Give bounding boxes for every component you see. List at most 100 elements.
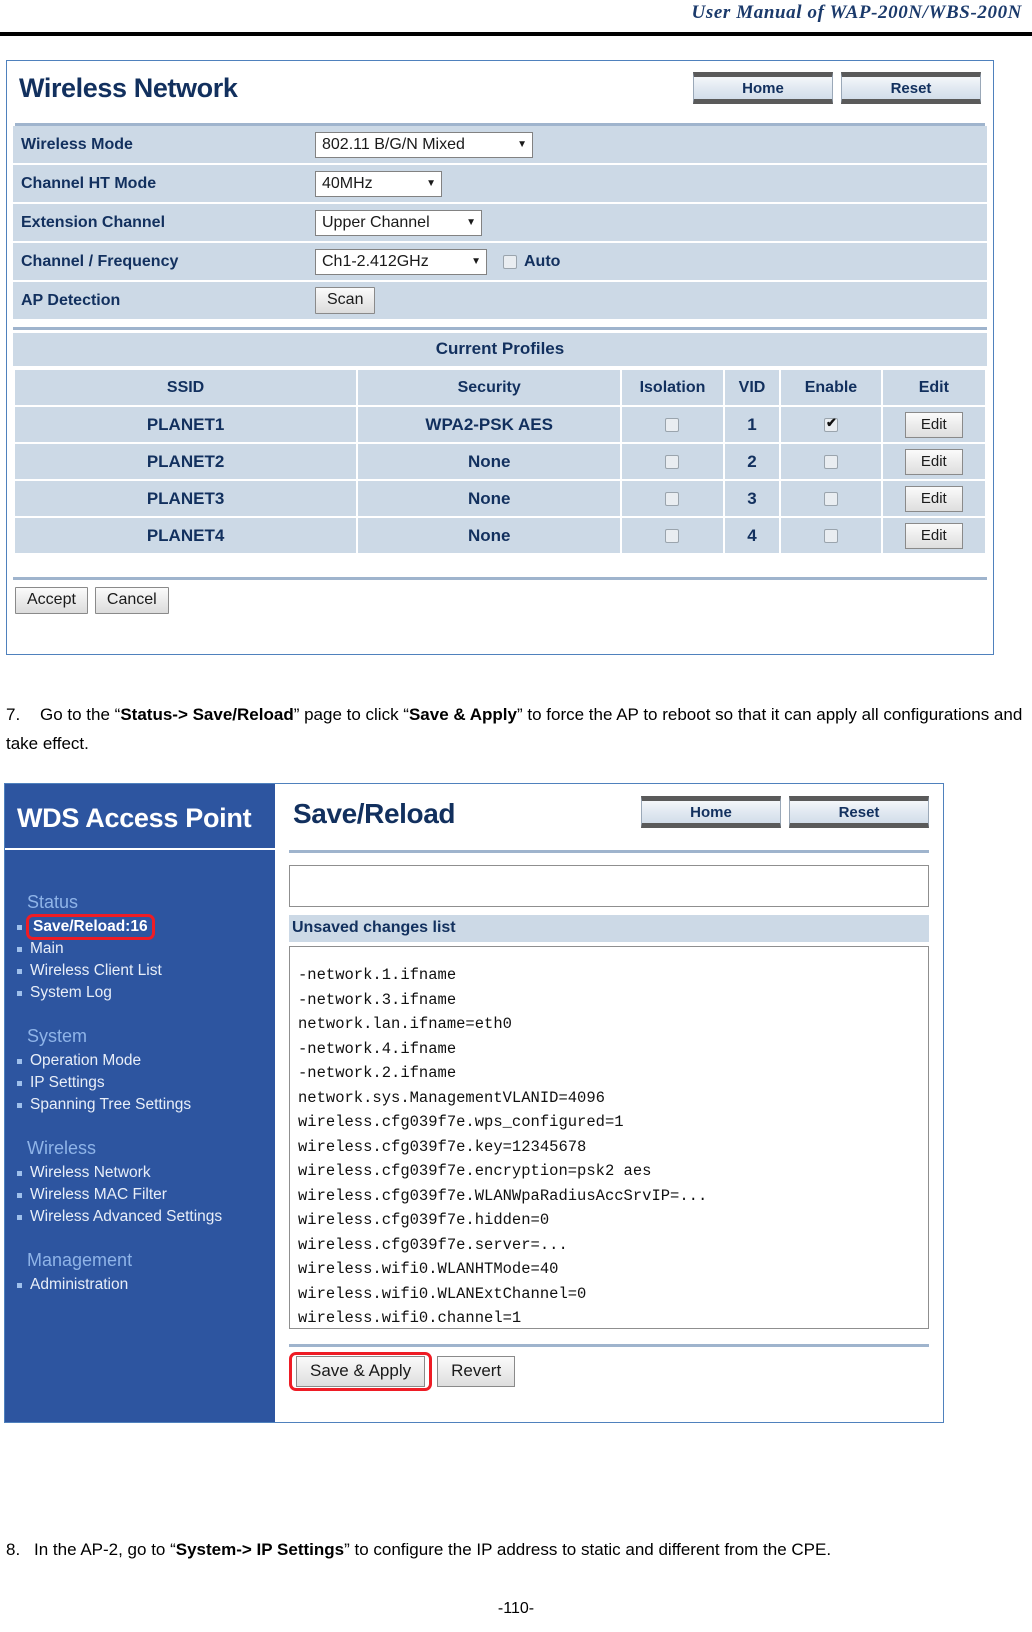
sidebar-item-wireless-network[interactable]: Wireless Network xyxy=(5,1162,275,1184)
column-header-enable: Enable xyxy=(781,370,881,405)
scan-button[interactable]: Scan xyxy=(315,287,376,314)
setting-label: Channel / Frequency xyxy=(13,243,307,280)
sidebar-item-label: Main xyxy=(30,940,64,957)
column-header-isolation: Isolation xyxy=(622,370,723,405)
section-divider xyxy=(13,327,987,330)
change-line: -network.4.ifname xyxy=(298,1039,457,1058)
setting-label: Channel HT Mode xyxy=(13,165,307,202)
cell-enable xyxy=(781,407,881,442)
cell-edit: Edit xyxy=(882,407,985,442)
auto-channel-checkbox[interactable] xyxy=(503,254,517,269)
step-8-paragraph: 8. In the AP-2, go to “System-> IP Settin… xyxy=(6,1535,1026,1564)
nav-group-label-system: System xyxy=(27,1026,88,1046)
edit-button[interactable]: Edit xyxy=(904,448,963,475)
channel-frequency-value: Ch1-2.412GHz xyxy=(322,252,429,270)
sidebar-item-wireless-advanced-settings[interactable]: Wireless Advanced Settings xyxy=(5,1206,275,1228)
cell-vid: 2 xyxy=(724,444,780,479)
wireless-network-screenshot: Wireless Network Home Reset Wireless Mod… xyxy=(6,60,994,655)
isolation-checkbox[interactable] xyxy=(665,417,680,432)
sidebar-navigation: Status Save/Reload:16 Main Wireless Clie… xyxy=(5,850,275,1296)
extension-channel-select[interactable]: Upper Channel ▼ xyxy=(315,209,482,236)
change-line: wireless.wifi0.channel=1 xyxy=(298,1309,522,1327)
enable-checkbox[interactable] xyxy=(823,528,838,543)
bullet-icon xyxy=(17,924,22,930)
status-message-field[interactable] xyxy=(289,865,929,907)
reset-button[interactable]: Reset xyxy=(789,796,929,828)
step-8-number: 8. xyxy=(6,1540,21,1559)
sidebar-item-save-reload[interactable]: Save/Reload:16 xyxy=(5,914,275,940)
bullet-icon xyxy=(17,1192,22,1198)
nav-group-wireless: Wireless Wireless Network Wireless MAC F… xyxy=(5,1138,275,1228)
cell-security: None xyxy=(358,518,621,553)
setting-row-channel-frequency: Channel / Frequency Ch1-2.412GHz ▼ Auto xyxy=(13,243,987,280)
isolation-checkbox[interactable] xyxy=(665,454,680,469)
chevron-down-icon: ▼ xyxy=(426,178,436,189)
enable-checkbox[interactable] xyxy=(823,416,838,432)
edit-button[interactable]: Edit xyxy=(904,411,963,438)
sidebar-item-label: Spanning Tree Settings xyxy=(30,1096,192,1113)
cell-enable xyxy=(781,444,881,479)
edit-button[interactable]: Edit xyxy=(904,485,963,512)
sidebar-item-wireless-mac-filter[interactable]: Wireless MAC Filter xyxy=(5,1184,275,1206)
step-7-number: 7. xyxy=(6,705,21,724)
setting-value: Ch1-2.412GHz ▼ Auto xyxy=(307,243,987,280)
home-button[interactable]: Home xyxy=(641,796,781,828)
cell-vid: 4 xyxy=(724,518,780,553)
cancel-button[interactable]: Cancel xyxy=(94,587,169,614)
nav-group-status: Status Save/Reload:16 Main Wireless Clie… xyxy=(5,892,275,1004)
sidebar-item-system-log[interactable]: System Log xyxy=(5,982,275,1004)
column-header-edit: Edit xyxy=(882,370,985,405)
unsaved-changes-label: Unsaved changes list xyxy=(289,915,929,942)
column-header-security: Security xyxy=(358,370,621,405)
reset-button[interactable]: Reset xyxy=(841,72,981,104)
sidebar-item-ip-settings[interactable]: IP Settings xyxy=(5,1072,275,1094)
table-header-row: SSID Security Isolation VID Enable Edit xyxy=(15,370,985,405)
header-divider xyxy=(0,32,1032,36)
auto-channel-label: Auto xyxy=(524,252,561,270)
table-row: PLANET1 WPA2-PSK AES 1 Edit xyxy=(15,407,985,442)
sidebar-item-wireless-client-list[interactable]: Wireless Client List xyxy=(5,960,275,982)
channel-ht-mode-value: 40MHz xyxy=(322,174,373,192)
setting-value: 802.11 B/G/N Mixed ▼ xyxy=(307,126,987,163)
step-8-text-2: ” to configure the IP address to static … xyxy=(344,1540,832,1559)
sidebar-item-administration[interactable]: Administration xyxy=(5,1274,275,1296)
enable-checkbox[interactable] xyxy=(823,454,838,469)
sidebar-item-spanning-tree-settings[interactable]: Spanning Tree Settings xyxy=(5,1094,275,1116)
isolation-checkbox[interactable] xyxy=(665,491,680,506)
page-number: -110- xyxy=(497,1600,535,1617)
sidebar-item-label: System Log xyxy=(30,984,112,1001)
chevron-down-icon: ▼ xyxy=(466,217,476,228)
channel-ht-mode-select[interactable]: 40MHz ▼ xyxy=(315,170,442,197)
change-line: -network.2.ifname xyxy=(298,1064,457,1082)
bullet-icon xyxy=(17,946,22,952)
cell-isolation xyxy=(622,444,723,479)
unsaved-changes-list[interactable]: -network.1.ifname -network.3.ifname netw… xyxy=(289,946,929,1329)
isolation-checkbox[interactable] xyxy=(665,528,680,543)
channel-frequency-select[interactable]: Ch1-2.412GHz ▼ xyxy=(315,248,487,275)
wireless-mode-select[interactable]: 802.11 B/G/N Mixed ▼ xyxy=(315,131,533,158)
cell-ssid: PLANET3 xyxy=(15,481,357,516)
enable-checkbox[interactable] xyxy=(823,491,838,506)
cell-ssid: PLANET2 xyxy=(15,444,357,479)
revert-button[interactable]: Revert xyxy=(437,1356,516,1387)
column-header-vid: VID xyxy=(724,370,780,405)
change-line: wireless.cfg039f7e.WLANWpaRadiusAccSrvIP… xyxy=(298,1186,708,1205)
setting-value: 40MHz ▼ xyxy=(307,165,987,202)
cell-security: None xyxy=(358,444,621,479)
bullet-icon xyxy=(17,1170,22,1176)
edit-button[interactable]: Edit xyxy=(904,522,963,549)
change-line: -network.3.ifname xyxy=(298,990,457,1009)
extension-channel-value: Upper Channel xyxy=(322,213,430,231)
auto-channel-checkbox-group[interactable]: Auto xyxy=(503,253,560,271)
save-reload-pane: Save/Reload Home Reset Unsaved changes l… xyxy=(275,784,943,1422)
nav-group-label-management: Management xyxy=(27,1250,133,1270)
sidebar-item-main[interactable]: Main xyxy=(5,938,275,960)
setting-label: Wireless Mode xyxy=(13,126,307,163)
change-line: wireless.wifi0.WLANHTMode=40 xyxy=(298,1260,559,1278)
sidebar-item-operation-mode[interactable]: Operation Mode xyxy=(5,1050,275,1072)
save-and-apply-button[interactable]: Save & Apply xyxy=(296,1356,426,1387)
home-button[interactable]: Home xyxy=(693,72,833,104)
accept-button[interactable]: Accept xyxy=(15,587,88,614)
cell-ssid: PLANET4 xyxy=(15,518,357,553)
sidebar-item-label: Wireless Network xyxy=(30,1164,151,1181)
